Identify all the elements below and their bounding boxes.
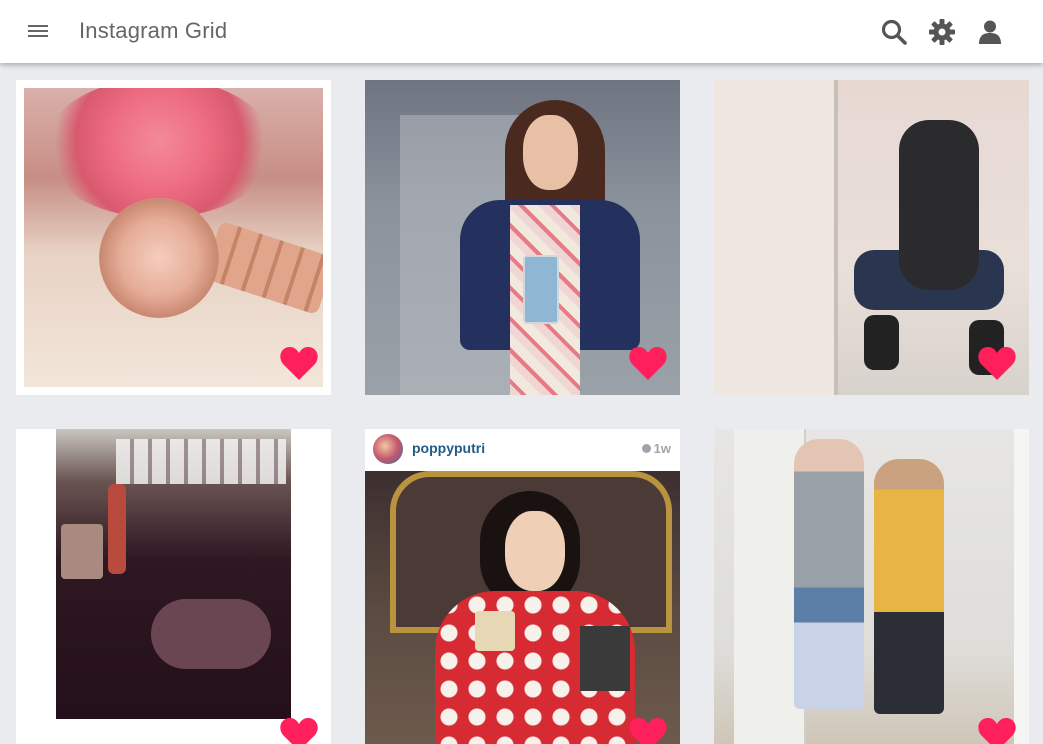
gear-icon[interactable] (928, 18, 956, 46)
clock-icon (641, 444, 651, 453)
post-time-value: 1w (653, 441, 671, 456)
heart-icon[interactable] (628, 345, 668, 381)
post-card-4[interactable] (16, 429, 331, 744)
search-icon[interactable] (880, 18, 908, 46)
heart-icon[interactable] (628, 716, 668, 744)
menu-icon[interactable] (28, 24, 48, 40)
post-photo-rose-watch[interactable] (24, 88, 323, 387)
avatar[interactable] (373, 434, 403, 464)
post-card-3[interactable] (714, 80, 1029, 395)
post-time: 1w (641, 441, 671, 456)
heart-icon[interactable] (279, 716, 319, 744)
heart-icon[interactable] (977, 345, 1017, 381)
post-card-6[interactable] (714, 429, 1029, 744)
heart-icon[interactable] (977, 716, 1017, 744)
post-card-2[interactable] (365, 80, 680, 395)
user-icon[interactable] (976, 18, 1004, 46)
post-card-1[interactable] (16, 80, 331, 395)
post-photo-kids[interactable] (714, 429, 1029, 744)
post-card-5[interactable]: poppyputri 1w (365, 429, 680, 744)
post-photo-coffee[interactable] (365, 471, 680, 744)
post-username[interactable]: poppyputri (412, 440, 485, 456)
app-bar: Instagram Grid (0, 0, 1043, 63)
heart-icon[interactable] (279, 345, 319, 381)
page-title: Instagram Grid (79, 18, 228, 43)
post-header: poppyputri 1w (365, 429, 680, 471)
post-photo-dark-restaurant[interactable] (56, 429, 291, 719)
